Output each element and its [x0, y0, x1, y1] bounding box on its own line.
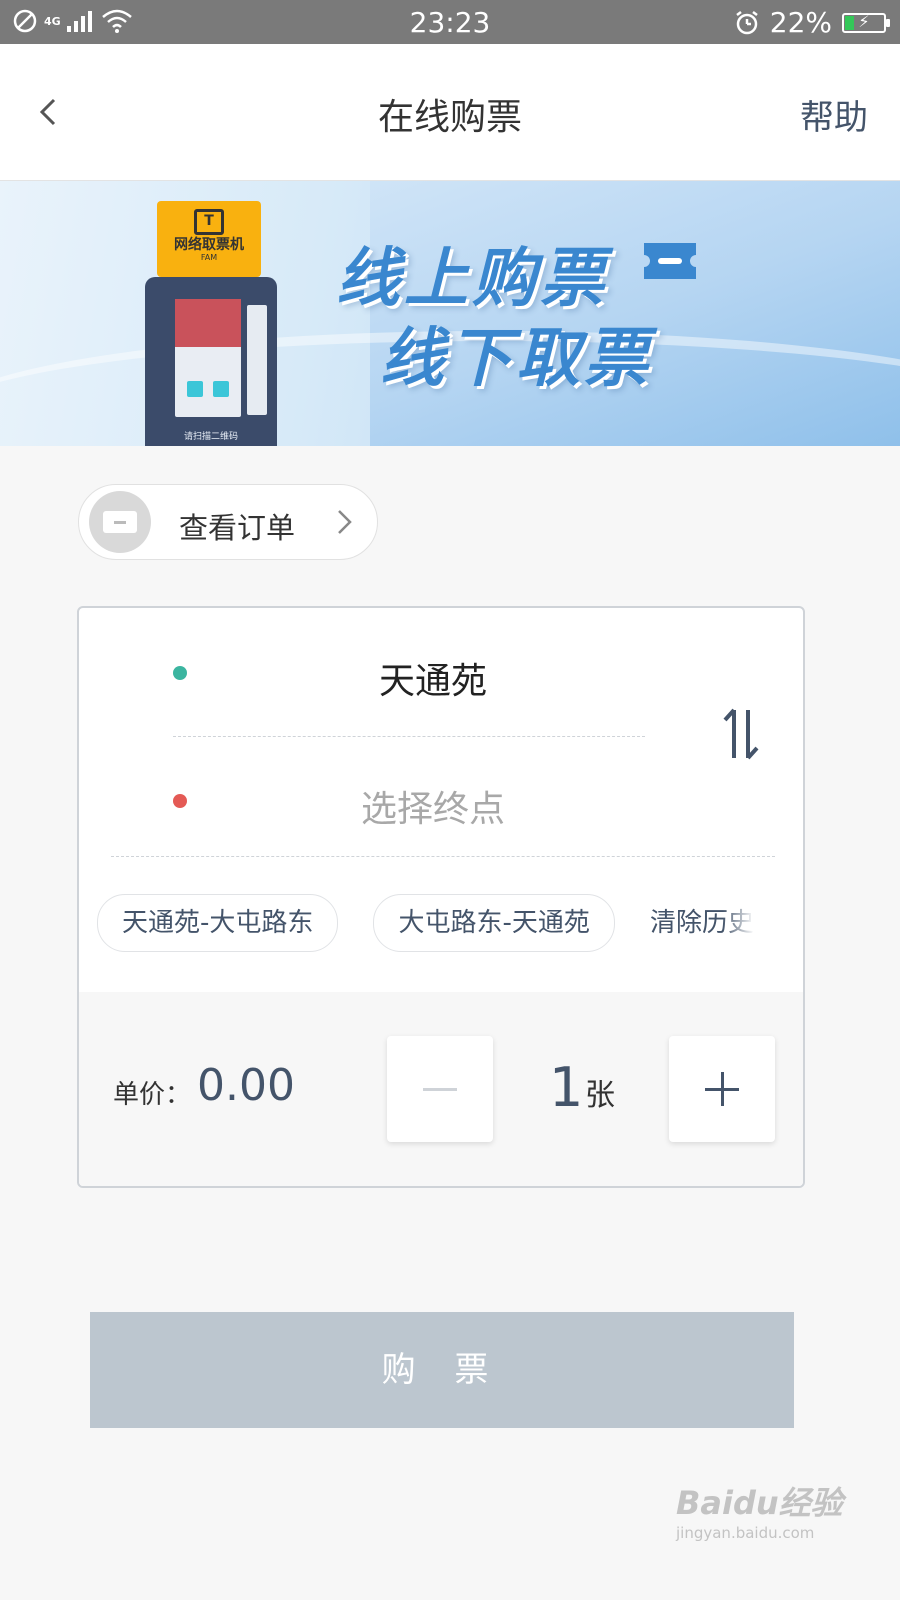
kiosk-side-panel: [247, 305, 267, 415]
alarm-icon: [736, 10, 758, 34]
watermark-logo: Baidu经验: [676, 1484, 843, 1522]
history-chip[interactable]: 大屯路东-天通苑: [373, 894, 615, 952]
banner-headline: 线上购票: [336, 242, 608, 316]
start-station[interactable]: 天通苑: [173, 652, 693, 704]
swap-stations-icon[interactable]: [719, 704, 763, 764]
kiosk-caption: 请扫描二维码: [183, 432, 238, 442]
increase-quantity-button[interactable]: [669, 1036, 775, 1142]
price-panel: 单价： 0.00 1 张: [79, 992, 803, 1186]
kiosk-sub: FAM: [200, 253, 218, 262]
kiosk-machine-image: 请扫描二维码: [145, 277, 277, 446]
divider: [111, 856, 775, 857]
clear-history-button[interactable]: 清除历史: [650, 895, 754, 951]
banner-subheadline: 线下取票: [380, 322, 652, 396]
kiosk-screen: [175, 299, 241, 417]
decrease-quantity-button[interactable]: [387, 1036, 493, 1142]
ticket-icon: [644, 243, 696, 279]
order-ticket-icon: [89, 491, 151, 553]
history-row: 天通苑-大屯路东 大屯路东-天通苑 清除历史: [97, 894, 803, 954]
battery-icon: ⚡: [842, 11, 890, 33]
help-button[interactable]: 帮助: [800, 90, 868, 139]
divider: [173, 736, 645, 737]
kiosk-screen-button-icon: [187, 381, 203, 397]
kiosk-screen-button-icon: [213, 381, 229, 397]
view-orders-button[interactable]: 查看订单: [78, 484, 378, 560]
buy-ticket-button[interactable]: 购 票: [90, 1312, 794, 1428]
status-bar: 4G 23:23 22% ⚡: [0, 0, 900, 44]
end-station-placeholder[interactable]: 选择终点: [173, 780, 693, 832]
ticket-form-card: 天通苑 选择终点 天通苑-大屯路东 大屯路东-天通苑 清除历史 单价： 0.00…: [77, 606, 805, 1188]
chevron-right-icon: [338, 510, 352, 534]
kiosk-logo-icon: T: [194, 209, 224, 235]
battery-percent: 22%: [769, 6, 832, 39]
status-right: 22% ⚡: [734, 6, 890, 39]
promo-banner[interactable]: T 网络取票机 FAM 请扫描二维码 线上购票 线下取票: [0, 181, 900, 446]
kiosk-label: 网络取票机: [174, 237, 244, 253]
quantity-unit: 张: [585, 1078, 615, 1113]
kiosk-sign: T 网络取票机 FAM: [157, 201, 261, 277]
watermark-url: jingyan.baidu.com: [676, 1524, 815, 1542]
quantity-value: 1: [549, 1056, 584, 1119]
kiosk-train-image: [175, 299, 241, 347]
history-chip[interactable]: 天通苑-大屯路东: [97, 894, 339, 952]
page-title: 在线购票: [377, 97, 522, 138]
baidu-watermark: Baidu经验 jingyan.baidu.com: [676, 1478, 866, 1558]
minus-icon: [423, 1088, 457, 1091]
unit-price-value: 0.00: [197, 1060, 295, 1111]
unit-price-label: 单价：: [113, 1080, 192, 1110]
charging-icon: ⚡: [858, 11, 870, 31]
nav-bar: 在线购票 帮助: [0, 44, 900, 181]
view-orders-label: 查看订单: [179, 511, 296, 545]
